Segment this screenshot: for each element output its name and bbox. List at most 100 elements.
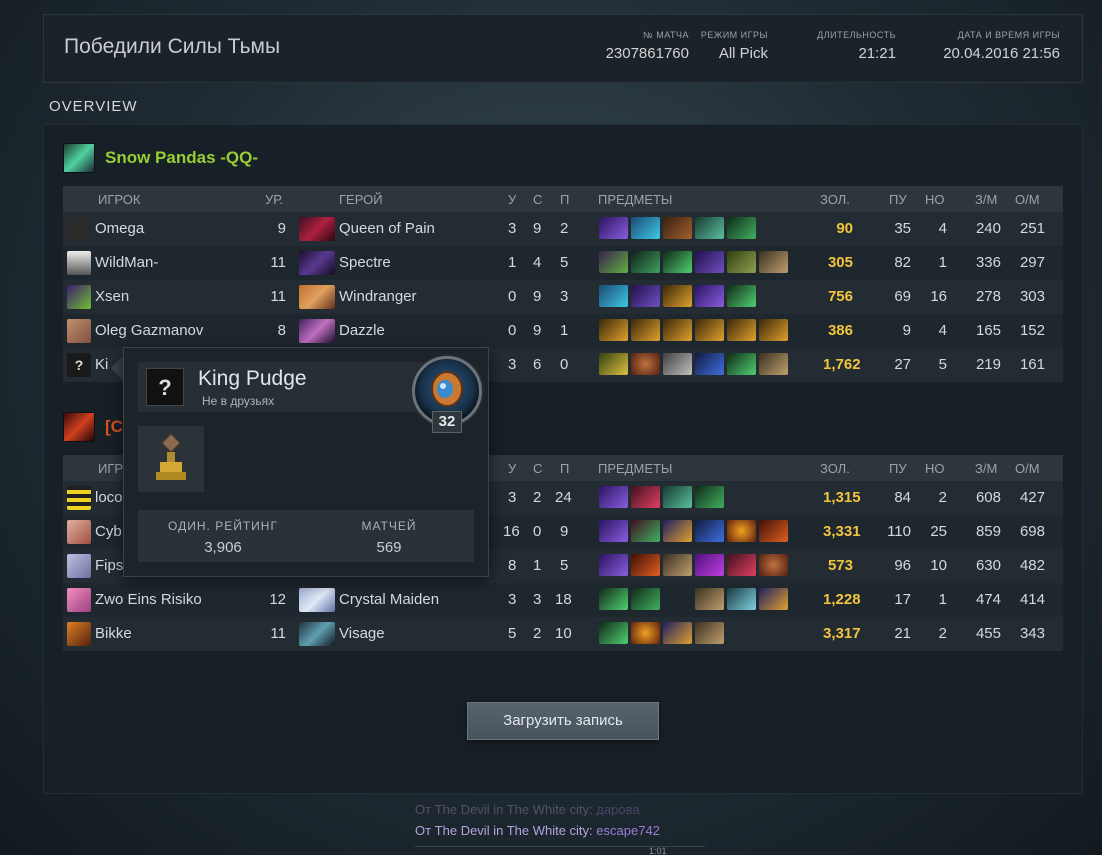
player-name[interactable]: Cyb [95, 523, 122, 540]
col-denies: НО [925, 461, 945, 476]
player-name[interactable]: Zwo Eins Risiko [95, 591, 202, 608]
xpm: 152 [1019, 322, 1045, 339]
item-icon[interactable] [663, 251, 692, 273]
item-icon[interactable] [663, 353, 692, 375]
item-icon[interactable] [631, 319, 660, 341]
player-name[interactable]: Fips [95, 557, 123, 574]
item-icon[interactable] [663, 217, 692, 239]
table-row[interactable]: Oleg Gazmanov 8 Dazzle 0 9 1 386 9 4 165… [63, 314, 1063, 348]
match-id-label: № МАТЧА [643, 30, 689, 40]
table-row[interactable]: WildMan- 11 Spectre 1 4 5 305 82 1 336 2… [63, 246, 1063, 280]
kills: 8 [508, 557, 517, 574]
item-icon[interactable] [695, 622, 724, 644]
item-icon[interactable] [727, 520, 756, 542]
item-icon[interactable] [759, 353, 788, 375]
col-gpm: З/М [975, 192, 998, 207]
last-hits: 96 [894, 557, 911, 574]
item-icon[interactable] [727, 319, 756, 341]
item-icon[interactable] [727, 285, 756, 307]
item-icon[interactable] [631, 353, 660, 375]
item-icon[interactable] [631, 622, 660, 644]
item-icon[interactable] [631, 588, 660, 610]
item-icon[interactable] [663, 622, 692, 644]
item-icon[interactable] [695, 520, 724, 542]
popup-player-name[interactable]: King Pudge [198, 367, 307, 391]
deaths: 9 [533, 288, 542, 305]
download-replay-button[interactable]: Загрузить запись [467, 702, 659, 740]
col-xpm: О/М [1015, 192, 1040, 207]
chat-message: От The Devil in The White city: escape74… [415, 823, 660, 838]
assists: 9 [560, 523, 569, 540]
item-icon[interactable] [695, 285, 724, 307]
table-row[interactable]: Omega 9 Queen of Pain 3 9 2 90 35 4 240 … [63, 212, 1063, 246]
player-name[interactable]: Ki [95, 356, 108, 373]
item-icon[interactable] [599, 486, 628, 508]
item-icon[interactable] [599, 588, 628, 610]
item-icon[interactable] [663, 285, 692, 307]
item-icon[interactable] [631, 285, 660, 307]
item-icon[interactable] [727, 217, 756, 239]
item-icon[interactable] [599, 622, 628, 644]
item-icon[interactable] [695, 486, 724, 508]
player-name[interactable]: Bikke [95, 625, 132, 642]
game-mode-label: РЕЖИМ ИГРЫ [700, 30, 768, 40]
gpm: 165 [975, 322, 1001, 339]
item-icon[interactable] [727, 251, 756, 273]
match-id-value[interactable]: 2307861760 [606, 45, 689, 62]
table-row[interactable]: Xsen 11 Windranger 0 9 3 756 69 16 278 3… [63, 280, 1063, 314]
denies: 2 [938, 625, 947, 642]
table-row[interactable]: Bikke 11 Visage 5 2 10 3,317 21 2 455 34… [63, 617, 1063, 651]
matches-label: МАТЧЕЙ [361, 519, 417, 533]
item-icon[interactable] [663, 319, 692, 341]
item-icon[interactable] [663, 486, 692, 508]
overview-tab-label[interactable]: OVERVIEW [49, 98, 138, 115]
item-icon[interactable] [663, 520, 692, 542]
last-hits: 110 [887, 523, 911, 540]
item-icon[interactable] [695, 217, 724, 239]
item-icon[interactable] [759, 588, 788, 610]
unknown-avatar-icon[interactable]: ? [146, 368, 184, 406]
item-icon[interactable] [695, 319, 724, 341]
item-icon[interactable] [631, 217, 660, 239]
item-icon[interactable] [727, 554, 756, 576]
item-icon[interactable] [695, 554, 724, 576]
item-icon[interactable] [599, 353, 628, 375]
col-gold: ЗОЛ. [820, 192, 850, 207]
item-icon[interactable] [759, 554, 788, 576]
player-name[interactable]: Oleg Gazmanov [95, 322, 203, 339]
item-icon[interactable] [599, 319, 628, 341]
item-icon[interactable] [695, 353, 724, 375]
item-icon[interactable] [695, 588, 724, 610]
item-icon[interactable] [631, 486, 660, 508]
player-name[interactable]: loco [95, 489, 123, 506]
col-xpm: О/М [1015, 461, 1040, 476]
player-level: 11 [270, 288, 286, 305]
items [599, 217, 759, 239]
player-name[interactable]: Xsen [95, 288, 129, 305]
table-header: ИГРОК УР. ГЕРОЙ У С П ПРЕДМЕТЫ ЗОЛ. ПУ Н… [63, 186, 1063, 212]
item-icon[interactable] [599, 520, 628, 542]
item-icon[interactable] [599, 554, 628, 576]
item-icon[interactable] [727, 588, 756, 610]
player-name[interactable]: WildMan- [95, 254, 158, 271]
unknown-avatar-icon: ? [67, 353, 91, 377]
item-icon[interactable] [599, 251, 628, 273]
team-header-radiant: Snow Pandas -QQ- [63, 143, 258, 173]
hero-name: Windranger [339, 288, 417, 305]
item-icon[interactable] [759, 251, 788, 273]
item-icon[interactable] [663, 554, 692, 576]
item-icon[interactable] [631, 251, 660, 273]
xpm: 343 [1019, 625, 1045, 642]
trophy-slot[interactable] [138, 426, 204, 492]
hero-icon [299, 217, 335, 241]
item-icon[interactable] [759, 520, 788, 542]
player-name[interactable]: Omega [95, 220, 144, 237]
item-icon[interactable] [727, 353, 756, 375]
item-icon[interactable] [631, 520, 660, 542]
item-icon[interactable] [599, 217, 628, 239]
item-icon[interactable] [631, 554, 660, 576]
table-row[interactable]: Zwo Eins Risiko 12 Crystal Maiden 3 3 18… [63, 583, 1063, 617]
item-icon[interactable] [599, 285, 628, 307]
item-icon[interactable] [759, 319, 788, 341]
item-icon[interactable] [695, 251, 724, 273]
